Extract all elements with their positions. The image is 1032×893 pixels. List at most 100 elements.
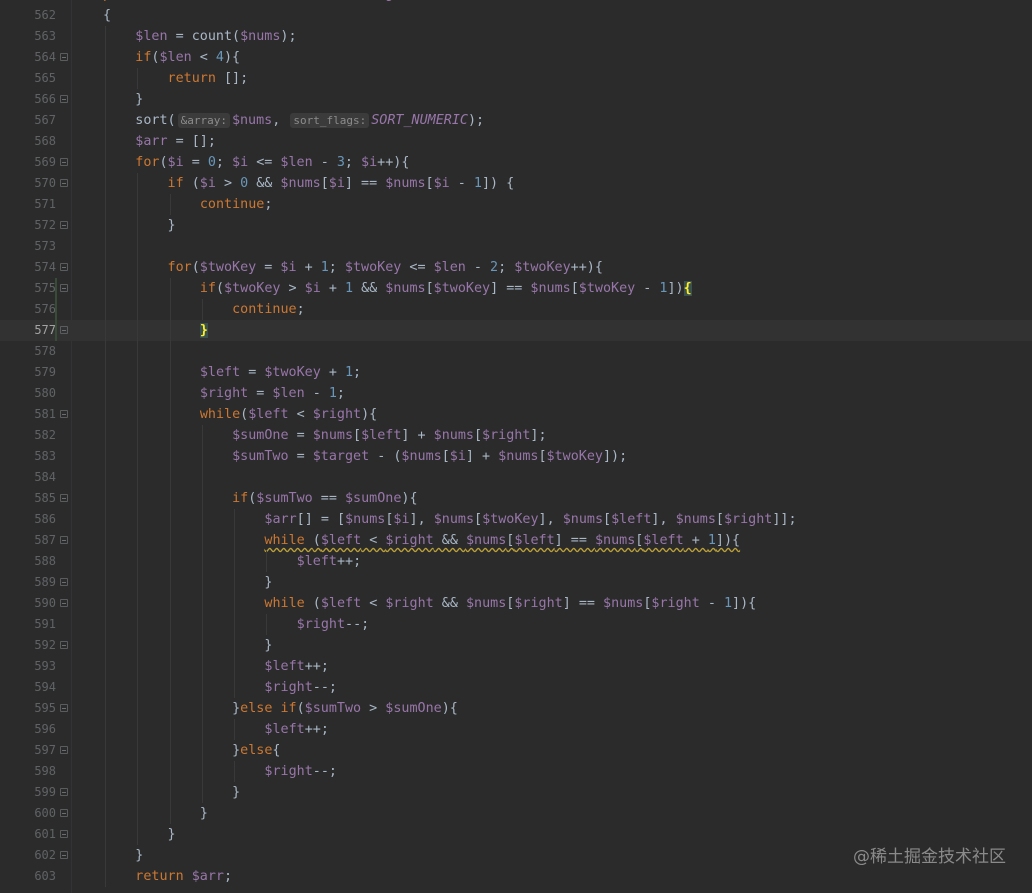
code-line[interactable]: 600}: [0, 803, 1032, 824]
code-token: 2: [490, 260, 499, 275]
code-token: fourSum(: [232, 0, 297, 2]
code-text: $right--;: [264, 761, 337, 782]
code-token: -: [465, 260, 491, 275]
code-line[interactable]: 595}else if($sumTwo > $sumOne){: [0, 698, 1032, 719]
indent-guide: [201, 635, 203, 656]
fold-marker-icon[interactable]: [60, 599, 68, 607]
code-text: $arr[] = [$nums[$i], $nums[$twoKey], $nu…: [264, 509, 796, 530]
code-line[interactable]: 580 $right = $len - 1;: [0, 383, 1032, 404]
fold-marker-icon[interactable]: [60, 536, 68, 544]
fold-marker-icon[interactable]: [60, 410, 68, 418]
code-line[interactable]: 575 if($twoKey > $i + 1 && $nums[$twoKey]…: [0, 278, 1032, 299]
code-token: 0: [240, 176, 249, 191]
code-token: 1: [320, 260, 329, 275]
fold-marker-icon[interactable]: [60, 158, 68, 166]
indent-guide: [169, 677, 171, 698]
code-line[interactable]: 583 $sumTwo = $target - ($nums[$i] + $num…: [0, 446, 1032, 467]
indent-guide: [201, 446, 203, 467]
code-line[interactable]: 585 if($sumTwo == $sumOne){: [0, 488, 1032, 509]
code-token: );: [280, 29, 297, 44]
code-line[interactable]: 567 sort(&array: $nums, sort_flags: SORT_NU…: [0, 110, 1032, 131]
code-line[interactable]: 593 $left++;: [0, 656, 1032, 677]
fold-marker-icon[interactable]: [60, 263, 68, 271]
code-line[interactable]: 586 $arr[] = [$nums[$i], $nums[$twoKey], …: [0, 509, 1032, 530]
code-line[interactable]: 589}: [0, 572, 1032, 593]
code-line[interactable]: 594 $right--;: [0, 677, 1032, 698]
code-token: ,: [272, 113, 289, 128]
fold-marker-icon[interactable]: [60, 494, 68, 502]
fold-marker-icon[interactable]: [60, 641, 68, 649]
fold-marker-icon[interactable]: [60, 746, 68, 754]
code-token: sort(: [135, 113, 176, 128]
code-token: $twoKey: [546, 449, 603, 464]
fold-marker-icon[interactable]: [60, 95, 68, 103]
code-text: $left++;: [264, 719, 329, 740]
code-line[interactable]: 596 $left++;: [0, 719, 1032, 740]
fold-marker-icon[interactable]: [60, 284, 68, 292]
indent-guide: [234, 614, 236, 635]
vcs-change-marker[interactable]: [55, 278, 57, 341]
code-line[interactable]: 571 continue;: [0, 194, 1032, 215]
code-line[interactable]: 581 while($left < $right){: [0, 404, 1032, 425]
code-token: <: [361, 596, 386, 611]
indent-guide: [201, 467, 203, 488]
code-text: sort(&array: $nums, sort_flags: SORT_NUMER…: [135, 110, 484, 131]
code-token: function: [159, 0, 232, 2]
fold-marker-icon[interactable]: [60, 788, 68, 796]
code-token: 0: [207, 155, 216, 170]
code-line[interactable]: 588 $left++;: [0, 551, 1032, 572]
code-token: [: [441, 449, 450, 464]
code-line[interactable]: 591 $right--;: [0, 614, 1032, 635]
code-line[interactable]: 599}: [0, 782, 1032, 803]
code-token: {: [272, 743, 281, 758]
code-line[interactable]: 569 for($i = 0; $i <= $len - 3; $i++){: [0, 152, 1032, 173]
code-line[interactable]: 590 while ($left < $right && $nums[$right…: [0, 593, 1032, 614]
code-line[interactable]: 562 {: [0, 5, 1032, 26]
indent-guide: [169, 740, 171, 761]
code-line[interactable]: 563 $len = count($nums);: [0, 26, 1032, 47]
code-token: continue: [232, 302, 297, 317]
fold-marker-icon[interactable]: [60, 809, 68, 817]
code-line[interactable]: 568 $arr = [];: [0, 131, 1032, 152]
indent-guide: [169, 509, 171, 530]
fold-marker-icon[interactable]: [60, 704, 68, 712]
code-token: =: [183, 155, 208, 170]
code-line[interactable]: 579 $left = $twoKey + 1;: [0, 362, 1032, 383]
code-line[interactable]: 587 while ($left < $right && $nums[$left]…: [0, 530, 1032, 551]
code-line[interactable]: 576 continue;: [0, 299, 1032, 320]
code-line[interactable]: 565 return [];: [0, 68, 1032, 89]
fold-marker-icon[interactable]: [60, 221, 68, 229]
fold-marker-icon[interactable]: [60, 326, 68, 334]
code-line[interactable]: 566}: [0, 89, 1032, 110]
code-line[interactable]: 598 $right--;: [0, 761, 1032, 782]
code-line[interactable]: 574 for($twoKey = $i + 1; $twoKey <= $len…: [0, 257, 1032, 278]
code-editor[interactable]: 561public function fourSum($nums, $targe…: [0, 0, 1032, 893]
line-number: 571: [34, 197, 56, 211]
line-number: 595: [34, 701, 56, 715]
code-line[interactable]: 570 if ($i > 0 && $nums[$i] == $nums[$i -…: [0, 173, 1032, 194]
code-line[interactable]: 597}else{: [0, 740, 1032, 761]
code-line[interactable]: 603 return $arr;: [0, 866, 1032, 887]
indent-guide: [105, 362, 106, 383]
code-line[interactable]: 582 $sumOne = $nums[$left] + $nums[$right…: [0, 425, 1032, 446]
code-line[interactable]: 592}: [0, 635, 1032, 656]
code-line[interactable]: 564 if($len < 4){: [0, 47, 1032, 68]
code-line[interactable]: 584: [0, 467, 1032, 488]
fold-marker-icon[interactable]: [60, 830, 68, 838]
code-line[interactable]: 572}: [0, 215, 1032, 236]
fold-marker-icon[interactable]: [60, 179, 68, 187]
code-line[interactable]: 573: [0, 236, 1032, 257]
code-token: $nums: [312, 428, 354, 443]
code-token: $nums: [498, 449, 539, 464]
code-token: = [];: [167, 134, 216, 149]
line-number: 602: [34, 848, 56, 862]
indent-guide: [105, 446, 106, 467]
fold-marker-icon[interactable]: [60, 578, 68, 586]
fold-marker-icon[interactable]: [60, 851, 68, 859]
code-token: $left: [199, 365, 241, 380]
fold-marker-icon[interactable]: [60, 53, 68, 61]
code-line[interactable]: 577}: [0, 320, 1032, 341]
indent-guide: [105, 299, 106, 320]
code-text: $len = count($nums);: [135, 26, 296, 47]
code-line[interactable]: 578: [0, 341, 1032, 362]
